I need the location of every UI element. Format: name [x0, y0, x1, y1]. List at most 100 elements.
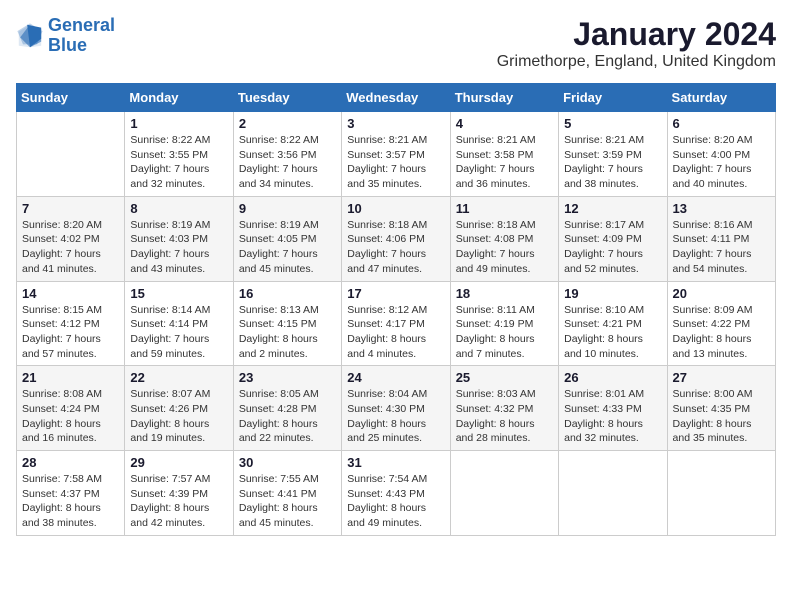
day-number: 26	[564, 370, 661, 385]
day-info: Sunrise: 8:08 AMSunset: 4:24 PMDaylight:…	[22, 387, 119, 446]
day-info: Sunrise: 8:11 AMSunset: 4:19 PMDaylight:…	[456, 303, 553, 362]
day-info: Sunrise: 7:57 AMSunset: 4:39 PMDaylight:…	[130, 472, 227, 531]
day-number: 30	[239, 455, 336, 470]
header-day-tuesday: Tuesday	[233, 84, 341, 112]
day-number: 17	[347, 286, 444, 301]
day-number: 11	[456, 201, 553, 216]
day-number: 23	[239, 370, 336, 385]
logo-icon	[16, 22, 44, 50]
day-info: Sunrise: 8:10 AMSunset: 4:21 PMDaylight:…	[564, 303, 661, 362]
day-number: 19	[564, 286, 661, 301]
day-number: 13	[673, 201, 770, 216]
day-info: Sunrise: 8:21 AMSunset: 3:59 PMDaylight:…	[564, 133, 661, 192]
day-info: Sunrise: 8:20 AMSunset: 4:02 PMDaylight:…	[22, 218, 119, 277]
day-info: Sunrise: 8:16 AMSunset: 4:11 PMDaylight:…	[673, 218, 770, 277]
day-info: Sunrise: 8:05 AMSunset: 4:28 PMDaylight:…	[239, 387, 336, 446]
header-day-monday: Monday	[125, 84, 233, 112]
day-info: Sunrise: 8:17 AMSunset: 4:09 PMDaylight:…	[564, 218, 661, 277]
day-info: Sunrise: 8:19 AMSunset: 4:03 PMDaylight:…	[130, 218, 227, 277]
calendar-cell: 25 Sunrise: 8:03 AMSunset: 4:32 PMDayligh…	[450, 366, 558, 451]
calendar-cell: 28 Sunrise: 7:58 AMSunset: 4:37 PMDayligh…	[17, 451, 125, 536]
calendar-cell: 13 Sunrise: 8:16 AMSunset: 4:11 PMDayligh…	[667, 196, 775, 281]
calendar-table: SundayMondayTuesdayWednesdayThursdayFrid…	[16, 83, 776, 536]
calendar-cell: 31 Sunrise: 7:54 AMSunset: 4:43 PMDayligh…	[342, 451, 450, 536]
main-title: January 2024	[497, 16, 776, 53]
day-info: Sunrise: 7:54 AMSunset: 4:43 PMDaylight:…	[347, 472, 444, 531]
calendar-cell	[450, 451, 558, 536]
header-day-sunday: Sunday	[17, 84, 125, 112]
day-info: Sunrise: 8:18 AMSunset: 4:08 PMDaylight:…	[456, 218, 553, 277]
calendar-cell: 15 Sunrise: 8:14 AMSunset: 4:14 PMDayligh…	[125, 281, 233, 366]
header-day-saturday: Saturday	[667, 84, 775, 112]
day-number: 21	[22, 370, 119, 385]
day-number: 31	[347, 455, 444, 470]
day-info: Sunrise: 8:20 AMSunset: 4:00 PMDaylight:…	[673, 133, 770, 192]
header: General Blue January 2024 Grimethorpe, E…	[16, 16, 776, 71]
day-number: 14	[22, 286, 119, 301]
calendar-cell: 26 Sunrise: 8:01 AMSunset: 4:33 PMDayligh…	[559, 366, 667, 451]
day-number: 28	[22, 455, 119, 470]
calendar-cell: 27 Sunrise: 8:00 AMSunset: 4:35 PMDayligh…	[667, 366, 775, 451]
day-info: Sunrise: 8:01 AMSunset: 4:33 PMDaylight:…	[564, 387, 661, 446]
day-number: 2	[239, 116, 336, 131]
day-info: Sunrise: 8:00 AMSunset: 4:35 PMDaylight:…	[673, 387, 770, 446]
calendar-cell: 22 Sunrise: 8:07 AMSunset: 4:26 PMDayligh…	[125, 366, 233, 451]
day-number: 10	[347, 201, 444, 216]
calendar-cell: 1Sunrise: 8:22 AMSunset: 3:55 PMDaylight…	[125, 112, 233, 197]
week-row-2: 7 Sunrise: 8:20 AMSunset: 4:02 PMDaylight…	[17, 196, 776, 281]
week-row-1: 1Sunrise: 8:22 AMSunset: 3:55 PMDaylight…	[17, 112, 776, 197]
day-info: Sunrise: 8:22 AMSunset: 3:55 PMDaylight:…	[130, 133, 227, 192]
day-info: Sunrise: 7:55 AMSunset: 4:41 PMDaylight:…	[239, 472, 336, 531]
calendar-cell: 20Sunrise: 8:09 AMSunset: 4:22 PMDayligh…	[667, 281, 775, 366]
day-number: 12	[564, 201, 661, 216]
header-day-thursday: Thursday	[450, 84, 558, 112]
calendar-cell	[559, 451, 667, 536]
day-number: 7	[22, 201, 119, 216]
header-day-wednesday: Wednesday	[342, 84, 450, 112]
header-row: SundayMondayTuesdayWednesdayThursdayFrid…	[17, 84, 776, 112]
day-number: 6	[673, 116, 770, 131]
calendar-cell: 16Sunrise: 8:13 AMSunset: 4:15 PMDayligh…	[233, 281, 341, 366]
day-info: Sunrise: 8:07 AMSunset: 4:26 PMDaylight:…	[130, 387, 227, 446]
calendar-cell: 21 Sunrise: 8:08 AMSunset: 4:24 PMDayligh…	[17, 366, 125, 451]
calendar-cell: 7 Sunrise: 8:20 AMSunset: 4:02 PMDaylight…	[17, 196, 125, 281]
day-number: 27	[673, 370, 770, 385]
day-number: 25	[456, 370, 553, 385]
day-info: Sunrise: 8:13 AMSunset: 4:15 PMDaylight:…	[239, 303, 336, 362]
calendar-cell: 12 Sunrise: 8:17 AMSunset: 4:09 PMDayligh…	[559, 196, 667, 281]
day-number: 9	[239, 201, 336, 216]
day-info: Sunrise: 8:21 AMSunset: 3:57 PMDaylight:…	[347, 133, 444, 192]
day-info: Sunrise: 7:58 AMSunset: 4:37 PMDaylight:…	[22, 472, 119, 531]
day-info: Sunrise: 8:22 AMSunset: 3:56 PMDaylight:…	[239, 133, 336, 192]
week-row-5: 28 Sunrise: 7:58 AMSunset: 4:37 PMDayligh…	[17, 451, 776, 536]
calendar-cell: 5 Sunrise: 8:21 AMSunset: 3:59 PMDaylight…	[559, 112, 667, 197]
calendar-cell: 17Sunrise: 8:12 AMSunset: 4:17 PMDayligh…	[342, 281, 450, 366]
calendar-cell: 6 Sunrise: 8:20 AMSunset: 4:00 PMDaylight…	[667, 112, 775, 197]
calendar-cell: 4 Sunrise: 8:21 AMSunset: 3:58 PMDaylight…	[450, 112, 558, 197]
week-row-4: 21 Sunrise: 8:08 AMSunset: 4:24 PMDayligh…	[17, 366, 776, 451]
calendar-cell: 11 Sunrise: 8:18 AMSunset: 4:08 PMDayligh…	[450, 196, 558, 281]
day-number: 24	[347, 370, 444, 385]
subtitle: Grimethorpe, England, United Kingdom	[497, 53, 776, 71]
header-day-friday: Friday	[559, 84, 667, 112]
day-number: 4	[456, 116, 553, 131]
calendar-cell	[667, 451, 775, 536]
title-section: January 2024 Grimethorpe, England, Unite…	[497, 16, 776, 71]
calendar-cell: 19 Sunrise: 8:10 AMSunset: 4:21 PMDayligh…	[559, 281, 667, 366]
day-number: 5	[564, 116, 661, 131]
day-info: Sunrise: 8:04 AMSunset: 4:30 PMDaylight:…	[347, 387, 444, 446]
day-number: 15	[130, 286, 227, 301]
day-info: Sunrise: 8:21 AMSunset: 3:58 PMDaylight:…	[456, 133, 553, 192]
calendar-cell: 10 Sunrise: 8:18 AMSunset: 4:06 PMDayligh…	[342, 196, 450, 281]
calendar-cell: 29Sunrise: 7:57 AMSunset: 4:39 PMDayligh…	[125, 451, 233, 536]
calendar-cell: 30 Sunrise: 7:55 AMSunset: 4:41 PMDayligh…	[233, 451, 341, 536]
day-number: 20	[673, 286, 770, 301]
day-number: 22	[130, 370, 227, 385]
day-number: 3	[347, 116, 444, 131]
calendar-cell: 2 Sunrise: 8:22 AMSunset: 3:56 PMDaylight…	[233, 112, 341, 197]
day-info: Sunrise: 8:14 AMSunset: 4:14 PMDaylight:…	[130, 303, 227, 362]
day-info: Sunrise: 8:03 AMSunset: 4:32 PMDaylight:…	[456, 387, 553, 446]
day-info: Sunrise: 8:18 AMSunset: 4:06 PMDaylight:…	[347, 218, 444, 277]
calendar-cell: 14Sunrise: 8:15 AMSunset: 4:12 PMDayligh…	[17, 281, 125, 366]
calendar-cell: 18Sunrise: 8:11 AMSunset: 4:19 PMDayligh…	[450, 281, 558, 366]
